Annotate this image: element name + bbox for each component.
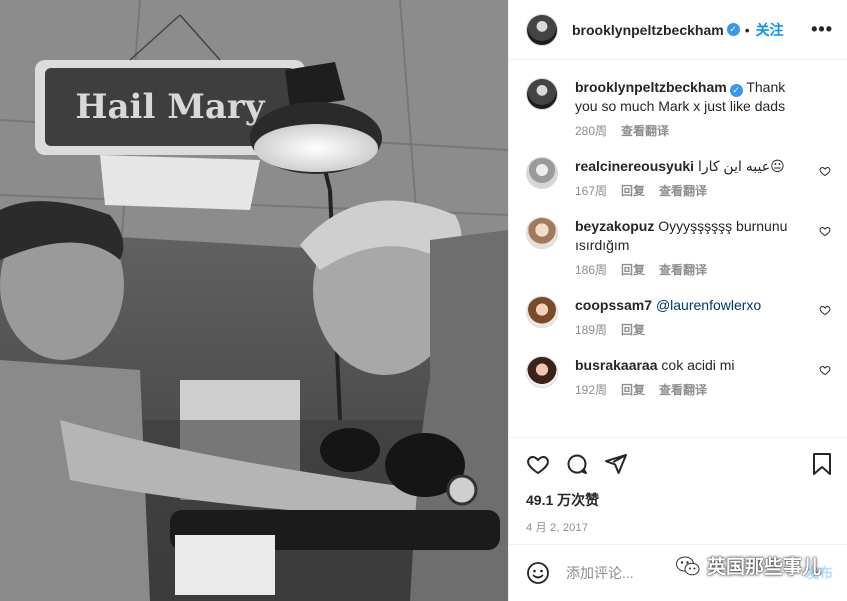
commenter-avatar[interactable] [526,296,558,328]
heart-icon[interactable] [526,452,550,476]
comment-item: busrakaaraa cok acidi mi 192周 回复 查看翻译 [526,356,833,398]
comments-list[interactable]: brooklynpeltzbeckham ✓ Thank you so much … [509,61,847,436]
commenter-username[interactable]: beyzakopuz [575,218,654,234]
commenter-username[interactable]: coopssam7 [575,297,652,313]
post-comment-button[interactable]: 发布 [805,563,833,583]
comment-icon[interactable] [565,452,589,476]
commenter-username[interactable]: busrakaaraa [575,357,658,373]
follow-button[interactable]: 关注 [756,20,784,40]
author-username[interactable]: brooklynpeltzbeckham [572,22,724,38]
comment-item: coopssam7 @laurenfowlerxo 189周 回复 [526,296,833,338]
comment-time[interactable]: 186周 [575,261,607,278]
action-bar [526,438,833,490]
bookmark-icon[interactable] [811,452,833,476]
caption-time[interactable]: 280周 [575,122,607,139]
caption-avatar[interactable] [526,78,558,110]
reply-button[interactable]: 回复 [621,182,645,199]
commenter-username[interactable]: realcinereousyuki [575,158,694,174]
commenter-avatar[interactable] [526,356,558,388]
caption: brooklynpeltzbeckham ✓ Thank you so much … [526,78,833,139]
comment-text: cok acidi mi [661,357,735,373]
comment-input[interactable] [566,565,805,581]
post-date[interactable]: 4 月 2, 2017 [526,519,833,535]
add-comment-bar: 发布 [509,544,847,601]
reply-button[interactable]: 回复 [621,261,645,278]
reply-button[interactable]: 回复 [621,321,645,338]
comment-time[interactable]: 189周 [575,321,607,338]
commenter-avatar[interactable] [526,217,558,249]
tattoo-shop-photo: Hail Mary [0,0,508,601]
translate-link[interactable]: 查看翻译 [659,261,707,278]
header-separator: • [744,21,750,38]
mention-link[interactable]: @laurenfowlerxo [656,297,761,313]
caption-meta: 280周 查看翻译 [575,122,811,139]
caption-translate-link[interactable]: 查看翻译 [621,122,669,139]
caption-text-block: brooklynpeltzbeckham ✓ Thank you so much … [575,78,811,116]
verified-badge-icon: ✓ [726,23,740,36]
translate-link[interactable]: 查看翻译 [659,381,707,398]
translate-link[interactable]: 查看翻译 [659,182,707,199]
post-header: brooklynpeltzbeckham ✓ • 关注 ••• [509,0,847,60]
comment-time[interactable]: 192周 [575,381,607,398]
comment-item: beyzakopuz Oyyyşşşşşş burnunu ısırdığım … [526,217,833,278]
post-actions: 49.1 万次赞 4 月 2, 2017 [509,437,847,544]
caption-username[interactable]: brooklynpeltzbeckham [575,79,727,95]
author-avatar[interactable] [526,13,558,46]
comment-like-heart-icon[interactable] [819,165,831,177]
post-photo[interactable]: Hail Mary [0,0,508,601]
post-side-panel: brooklynpeltzbeckham ✓ • 关注 ••• brooklyn… [508,0,847,601]
reply-button[interactable]: 回复 [621,381,645,398]
comment-text: عيبه اين كارا😐 [697,158,785,174]
sign-text: Hail Mary [75,87,265,127]
commenter-avatar[interactable] [526,157,558,189]
comment-like-heart-icon[interactable] [819,225,831,237]
like-count[interactable]: 49.1 万次赞 [526,490,833,510]
comment-time[interactable]: 167周 [575,182,607,199]
verified-badge-icon: ✓ [729,84,743,97]
share-icon[interactable] [604,452,628,476]
comment-item: realcinereousyuki عيبه اين كارا😐 167周 回复… [526,157,833,199]
comment-like-heart-icon[interactable] [819,364,831,376]
more-options-icon[interactable]: ••• [811,19,833,40]
emoji-icon[interactable] [526,561,550,585]
comment-like-heart-icon[interactable] [819,304,831,316]
